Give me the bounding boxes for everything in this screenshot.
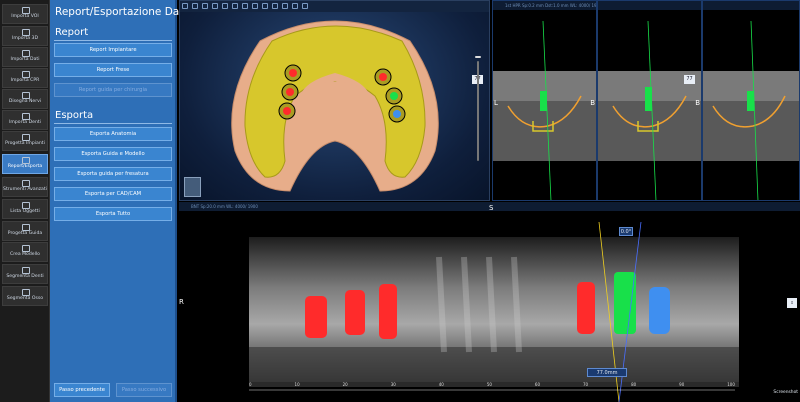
ruler-tick: 0	[249, 382, 252, 387]
section1-label-right: B	[590, 99, 595, 107]
tool-disegna-nervi[interactable]: Disegna Nervi	[2, 89, 48, 109]
panoramic-view[interactable]: BNT Sp:20.0 mm WL: 4000/ 1900 S R 0.0° 7…	[179, 202, 800, 402]
tool-report-esporta[interactable]: Report/Esporta	[2, 154, 48, 174]
implant-red-4	[577, 282, 595, 334]
section1-render	[493, 20, 596, 200]
tool-lista-oggetti[interactable]: Lista Oggetti	[2, 199, 48, 219]
ruler-tick: 100	[727, 382, 735, 387]
segment-teeth-icon	[22, 267, 30, 274]
implant-red-3	[379, 284, 397, 339]
report-section-title: Report	[55, 27, 89, 38]
report-divider	[54, 40, 172, 41]
ruler-tick: 30	[390, 382, 396, 387]
implant-red-top-1	[289, 69, 297, 77]
report-export-panel: Report/Esportazione Dati Report Report I…	[50, 0, 186, 402]
implant-red-1	[305, 296, 327, 338]
cross-section-2[interactable]: 77 B	[597, 0, 702, 201]
tool-importa-dati[interactable]: Importa Dati	[2, 47, 48, 67]
report-frese-button[interactable]: Report Frese	[54, 63, 172, 77]
tool-importa-3d[interactable]: Importa 3D	[2, 26, 48, 46]
tool-importa-denti[interactable]: Importa Denti	[2, 110, 48, 130]
implant-icon	[22, 134, 30, 141]
3d-slider-top	[475, 56, 481, 58]
3d-slider-track[interactable]	[477, 61, 479, 161]
esporta-tutto-button[interactable]: Esporta Tutto	[54, 207, 172, 221]
ruler-tick: 40	[438, 382, 444, 387]
3d-model-render	[231, 20, 439, 192]
section2-label-right: B	[695, 99, 700, 107]
tools-icon	[22, 180, 30, 187]
ruler-tick: 60	[534, 382, 541, 387]
section1-label-left: L	[494, 99, 498, 107]
download-icon	[22, 50, 30, 57]
ruler-tick: 80	[631, 382, 637, 387]
pano-zoom-badge[interactable]: ⇕	[787, 298, 797, 308]
export-section-title: Esporta	[55, 110, 94, 121]
cross-section-1[interactable]: 1st HPR Sp:0.2 mm Dst:1.0 mm WL: 4000/ 1…	[492, 0, 597, 201]
left-toolbar: Importa VOI Importa 3D Importa Dati Impo…	[0, 0, 50, 402]
mini-tooth-thumbnail[interactable]	[184, 177, 201, 197]
ruler-tick: 50	[486, 382, 492, 387]
panoramic-render	[249, 221, 739, 402]
tool-crea-modello[interactable]: Crea Modello	[2, 242, 48, 262]
export-divider	[54, 123, 172, 124]
measure-badge[interactable]: 77.0mm	[587, 368, 627, 377]
implant-red-top-2	[286, 88, 294, 96]
arch-icon	[22, 71, 30, 78]
guide-icon	[22, 224, 30, 231]
report-impiantare-button[interactable]: Report Impiantare	[54, 43, 172, 57]
esporta-guida-modello-button[interactable]: Esporta Guida e Modello	[54, 147, 172, 161]
prev-step-button[interactable]: Passo precedente	[54, 383, 110, 397]
ruler-tick: 70	[583, 382, 589, 387]
implant-red-top-4	[379, 73, 387, 81]
model-icon	[22, 245, 30, 252]
list-icon	[22, 202, 30, 209]
implant-blue	[649, 287, 670, 334]
pano-angle-badge[interactable]: 0.0°	[619, 227, 633, 236]
tool-strumenti-avanzati[interactable]: Strumenti Avanzati	[2, 177, 48, 197]
tool-importa-cpr[interactable]: Importa CPR	[2, 68, 48, 88]
tool-progetta-guida[interactable]: Progetta Guida	[2, 221, 48, 241]
segment-bone-icon	[22, 289, 30, 296]
tool-importa-voi[interactable]: Importa VOI	[2, 4, 48, 24]
ruler-tick: 90	[679, 382, 685, 387]
esporta-anatomia-button[interactable]: Esporta Anatomia	[54, 127, 172, 141]
import-icon	[22, 7, 30, 14]
tool-progetta-impianti[interactable]: Progetta Impianti	[2, 131, 48, 151]
cross-section-3[interactable]	[702, 0, 800, 201]
ruler-tick: 20	[342, 382, 348, 387]
implant-blue-top	[393, 110, 401, 118]
next-step-button[interactable]: Passo successivo	[116, 383, 172, 397]
section3-render	[703, 20, 799, 200]
tool-segmenta-denti[interactable]: Segmenta Denti	[2, 264, 48, 284]
report-icon	[22, 157, 30, 164]
implant-red-top-3	[283, 107, 291, 115]
tooth-icon	[22, 113, 30, 120]
cube-icon	[22, 29, 30, 36]
screenshot-button[interactable]: Screenshot	[773, 390, 798, 395]
ruler-tick: 10	[294, 382, 300, 387]
pano-ruler: 0 10 20 30 40 50 60 70 80 90 100	[249, 382, 735, 387]
section2-zoom-badge[interactable]: 77	[684, 75, 695, 84]
3d-view[interactable]: 77	[179, 0, 490, 201]
esporta-guida-fresatura-button[interactable]: Esporta guida per fresatura	[54, 167, 172, 181]
esporta-cad-cam-button[interactable]: Esporta per CAD/CAM	[54, 187, 172, 201]
implant-red-2	[345, 290, 365, 335]
panel-title: Report/Esportazione Dati	[55, 6, 187, 18]
nerve-icon	[22, 92, 30, 99]
section2-render	[598, 20, 701, 200]
implant-green-top	[390, 92, 398, 100]
tool-segmenta-osso[interactable]: Segmenta Osso	[2, 286, 48, 306]
report-guida-button[interactable]: Report guida per chirurgia	[54, 83, 172, 97]
implant-green	[614, 272, 636, 334]
